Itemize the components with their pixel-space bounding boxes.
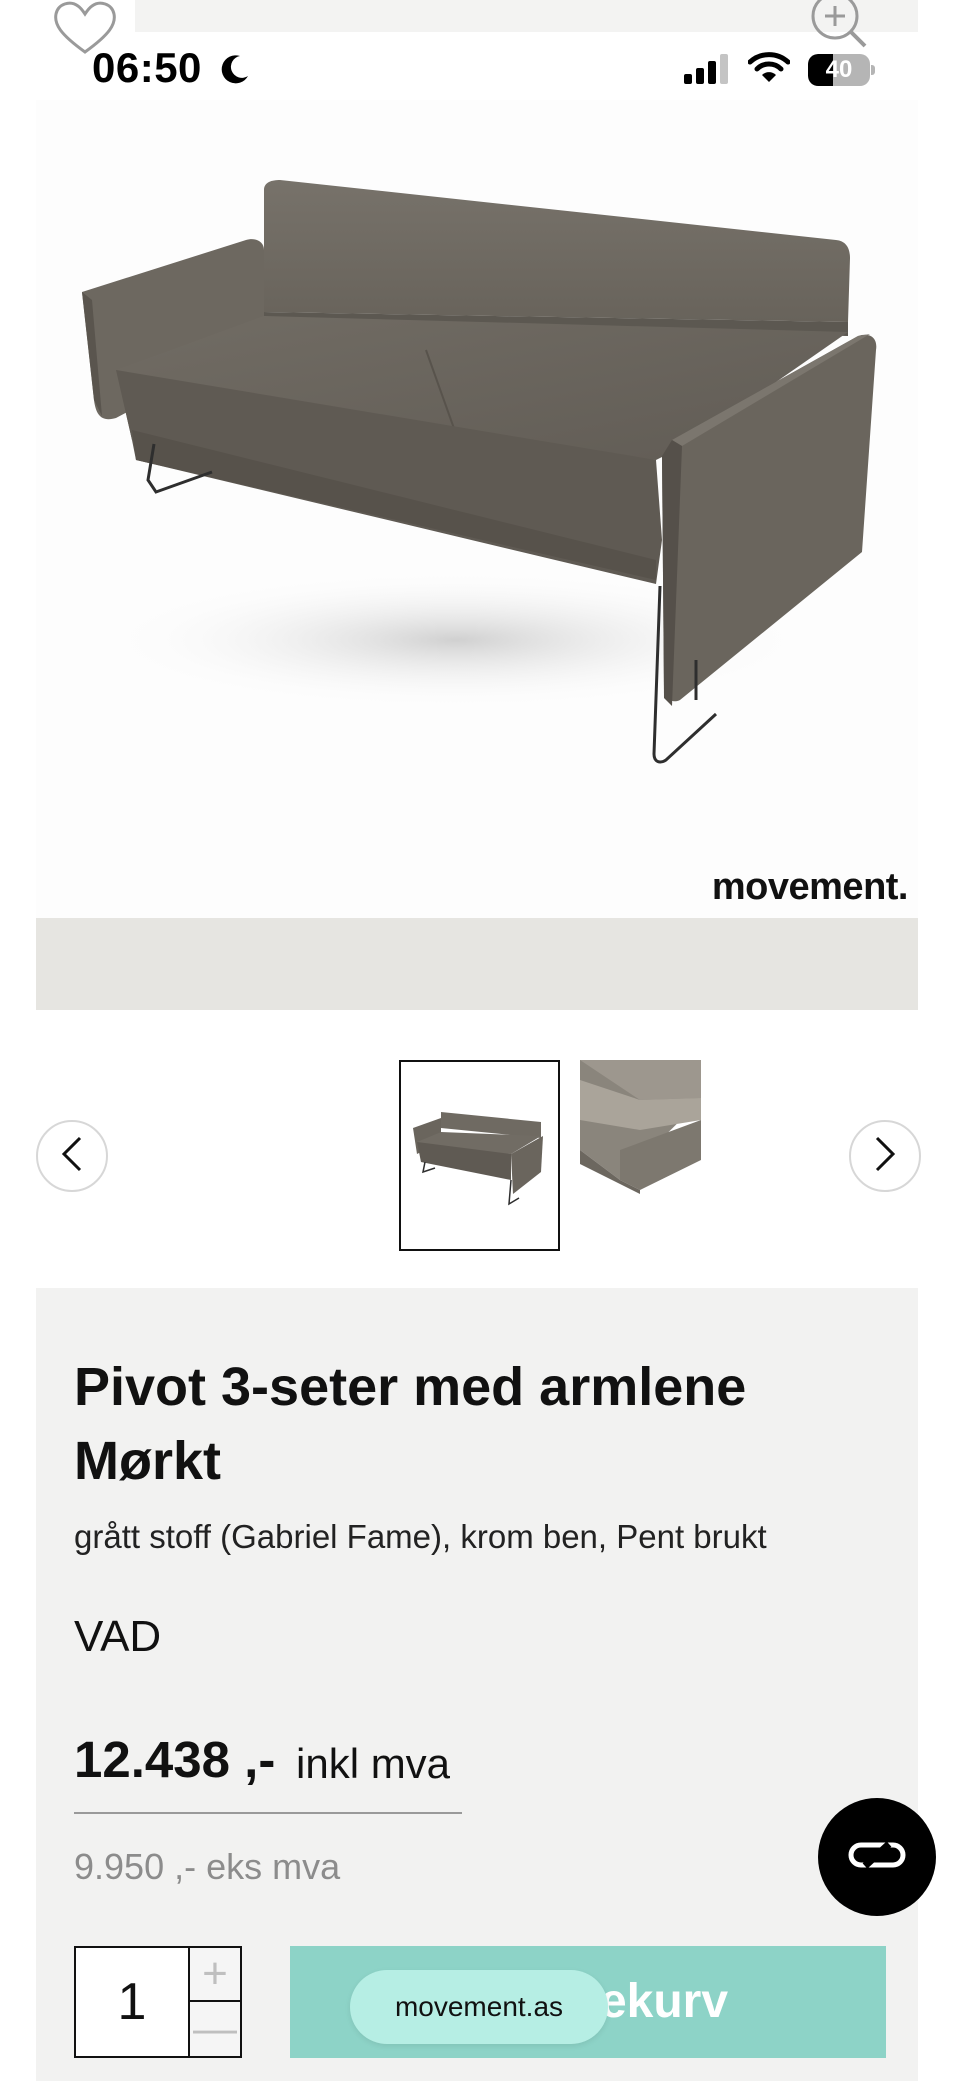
quantity-input[interactable]: 1 [76, 1948, 188, 2056]
top-strip [135, 0, 918, 32]
zoom-in-icon[interactable] [805, 0, 875, 52]
battery-icon: 40 [808, 54, 876, 88]
wifi-icon [747, 50, 791, 86]
thumbnail-image [580, 1060, 701, 1251]
price-incl-vat: 12.438 ,- [74, 1731, 276, 1788]
product-subtitle: grått stoff (Gabriel Fame), krom ben, Pe… [74, 1518, 767, 1555]
status-time: 06:50 [92, 44, 202, 91]
price-excl-vat: 9.950 ,- eks mva [74, 1846, 341, 1887]
browser-url-pill[interactable]: movement.as [350, 1970, 608, 2044]
gallery-prev-button[interactable] [36, 1120, 108, 1192]
price-divider [74, 1812, 462, 1814]
price-incl-vat-label: inkl mva [296, 1740, 451, 1787]
quantity-stepper: 1 + — [74, 1946, 242, 2058]
url-text: movement.as [394, 1991, 564, 2022]
product-brand: VAD [74, 1612, 162, 1661]
image-bottom-band [36, 918, 918, 1010]
chat-link-icon [847, 1840, 907, 1875]
thumbnail-image [401, 1062, 558, 1249]
image-watermark: movement. [711, 866, 909, 908]
chevron-right-icon [871, 1134, 899, 1179]
thumbnail-sofa-front[interactable] [399, 1060, 560, 1251]
gallery-next-button[interactable] [849, 1120, 921, 1192]
chevron-left-icon [58, 1134, 86, 1179]
sofa-illustration [82, 180, 877, 764]
thumbnail-sofa-armrest[interactable] [580, 1060, 701, 1251]
chat-button[interactable] [818, 1798, 936, 1916]
quantity-decrease-button[interactable]: — [188, 2002, 240, 2056]
product-title: Pivot 3-seter med armlene Mørkt [74, 1357, 747, 1491]
product-main-image[interactable]: movement. [36, 100, 918, 918]
moon-icon [218, 52, 252, 86]
battery-percent: 40 [825, 56, 853, 83]
quantity-increase-button[interactable]: + [188, 1948, 240, 2002]
cellular-signal-icon [682, 52, 732, 88]
